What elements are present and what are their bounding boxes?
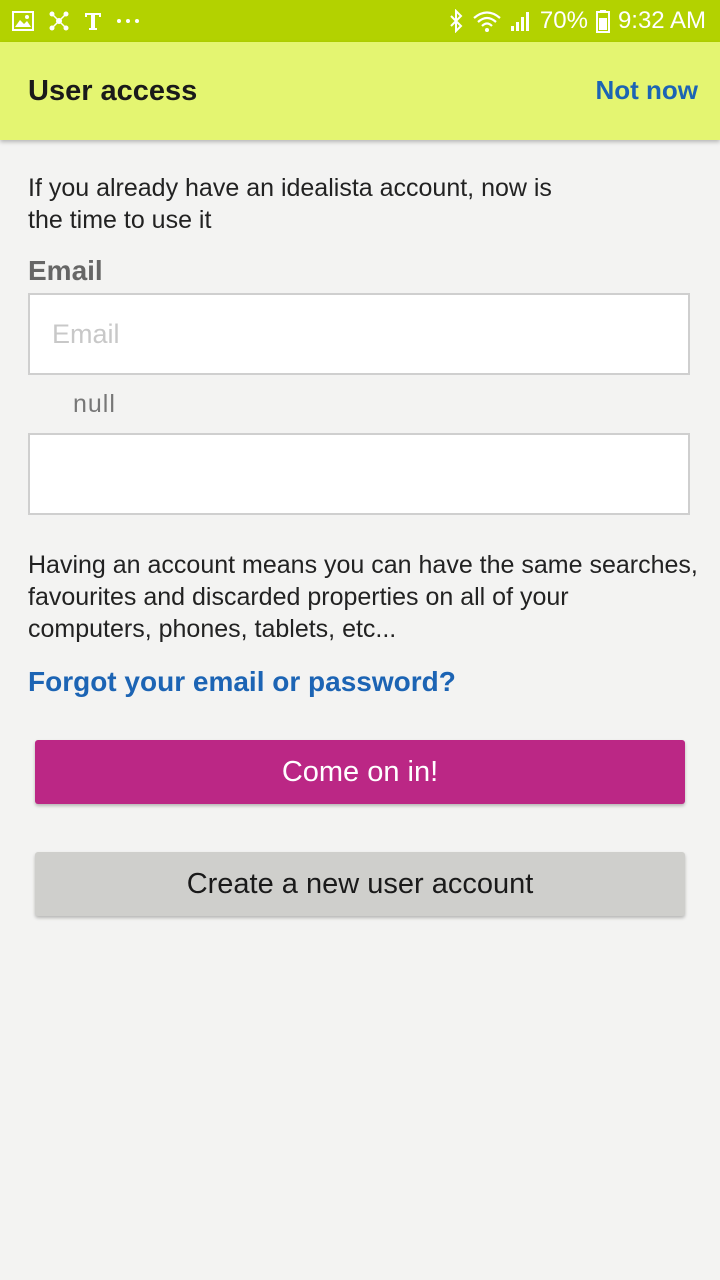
- status-bar-right: 70% 9:32 AM: [448, 0, 706, 42]
- gallery-icon: [12, 11, 34, 31]
- signal-icon: [510, 10, 532, 32]
- more-dots-icon: [116, 18, 140, 24]
- nodes-icon: [48, 10, 70, 32]
- wifi-icon: [472, 9, 502, 33]
- page-title: User access: [28, 75, 198, 107]
- intro-text: If you already have an idealista account…: [28, 174, 552, 234]
- login-button[interactable]: Come on in!: [35, 740, 685, 804]
- battery-icon: [595, 9, 610, 33]
- forgot-credentials-link[interactable]: Forgot your email or password?: [28, 666, 456, 698]
- bluetooth-icon: [448, 9, 464, 33]
- password-label: null: [73, 390, 116, 418]
- not-now-button[interactable]: Not now: [595, 75, 698, 106]
- email-field[interactable]: [30, 295, 688, 373]
- t-icon: [84, 11, 102, 31]
- battery-percentage: 70%: [539, 7, 588, 34]
- status-bar: 70% 9:32 AM: [0, 0, 720, 42]
- info-text: Having an account means you can have the…: [28, 551, 698, 643]
- password-field[interactable]: [30, 435, 688, 513]
- email-label: Email: [28, 255, 103, 286]
- app-bar: User access Not now: [0, 42, 720, 140]
- password-field-container: [28, 433, 690, 515]
- create-account-button[interactable]: Create a new user account: [35, 852, 685, 916]
- clock: 9:32 AM: [617, 7, 706, 34]
- status-bar-left: [12, 0, 140, 42]
- email-field-container: [28, 293, 690, 375]
